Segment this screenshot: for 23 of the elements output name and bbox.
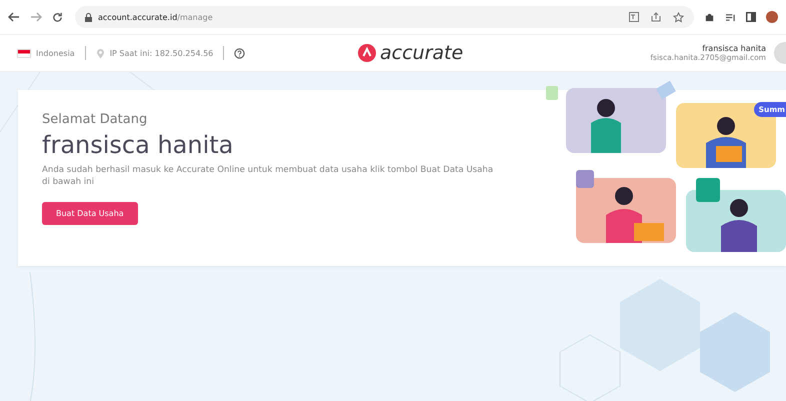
side-panel-icon[interactable] <box>746 12 756 22</box>
greeting-text: Selamat Datang <box>42 112 148 127</box>
create-business-data-button[interactable]: Buat Data Usaha <box>42 202 138 226</box>
back-icon[interactable] <box>8 12 20 22</box>
reading-list-icon[interactable] <box>725 12 736 22</box>
location-pin-icon <box>96 48 105 58</box>
logo-icon <box>358 44 376 62</box>
star-icon[interactable] <box>673 12 684 22</box>
ip-address: IP Saat ini: 182.50.254.56 <box>110 48 214 58</box>
logo-text[interactable]: accurate <box>380 42 464 64</box>
welcome-message: Anda sudah berhasil masuk ke Accurate Online untuk membuat data usaha klik tombol Buat Data Usaha di bawah ini <box>42 165 494 188</box>
help-icon[interactable] <box>234 48 246 58</box>
translate-icon[interactable] <box>629 12 639 22</box>
url-text: account.accurate.id/manage <box>98 12 213 22</box>
reload-icon[interactable] <box>52 12 63 22</box>
country-selector[interactable]: Indonesia <box>36 48 75 58</box>
lock-icon <box>85 12 92 22</box>
welcome-name: fransisca hanita <box>42 131 234 159</box>
indonesia-flag-icon <box>17 48 31 58</box>
share-icon[interactable] <box>651 12 661 22</box>
address-bar[interactable]: account.accurate.id/manage <box>75 6 694 28</box>
profile-avatar[interactable] <box>766 11 778 23</box>
user-name: fransisca hanita <box>702 44 766 53</box>
